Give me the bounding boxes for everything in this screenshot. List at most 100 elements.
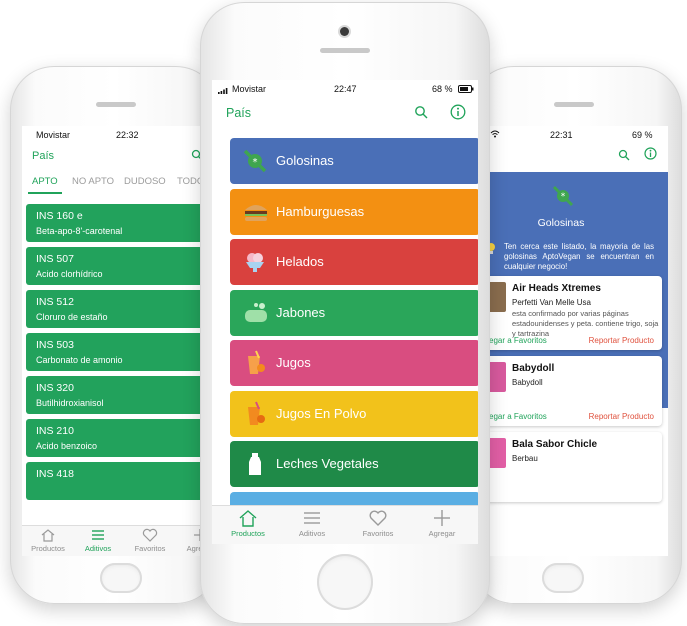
info-icon[interactable] xyxy=(644,147,657,165)
category-card[interactable] xyxy=(230,491,478,506)
tab-no-apto[interactable]: NO APTO xyxy=(72,176,114,187)
clock: 22:32 xyxy=(116,130,139,140)
category-label: Golosinas xyxy=(276,153,334,168)
heart-icon xyxy=(369,510,387,526)
page-title: País xyxy=(226,106,252,120)
product-title: Bala Sabor Chicle xyxy=(512,439,598,450)
additive-list-item[interactable]: INS 503 Carbonato de amonio xyxy=(26,333,216,371)
home-icon xyxy=(41,529,55,542)
candy-icon: * xyxy=(242,148,268,174)
tabbar-label: Productos xyxy=(31,544,65,553)
category-description: Ten cerca este listado, la mayoria de la… xyxy=(504,242,654,271)
tabbar-aditivos[interactable]: Aditivos xyxy=(76,528,120,553)
additive-name: Cloruro de estaño xyxy=(36,312,108,322)
tab-apto[interactable]: APTO xyxy=(32,176,58,187)
category-card[interactable]: Hamburguesas xyxy=(230,188,478,235)
additive-list-item[interactable]: INS 512 Cloruro de estaño xyxy=(26,290,216,328)
category-card[interactable]: Jugos En Polvo xyxy=(230,390,478,437)
category-card[interactable]: * Golosinas xyxy=(230,138,478,184)
product-description: esta confirmado por varias páginas estad… xyxy=(512,309,659,338)
right-phone-screen: 22:31 69 % * Golosinas Ten cerca este li… xyxy=(470,126,668,556)
tab-bar: Productos Aditivos Favoritos Agregar xyxy=(212,505,478,544)
category-card[interactable]: Leches Vegetales xyxy=(230,441,478,487)
burger-icon xyxy=(242,199,268,225)
signal-icon xyxy=(218,86,228,96)
product-card[interactable]: Bala Sabor Chicle Berbau xyxy=(486,432,662,502)
tabbar-productos[interactable]: Productos xyxy=(26,528,70,553)
tabbar-label: Aditivos xyxy=(84,544,112,553)
category-label: Jugos En Polvo xyxy=(276,405,367,421)
category-card[interactable]: Jabones xyxy=(230,289,478,336)
center-phone-speaker xyxy=(320,48,370,53)
carrier-label: Movistar xyxy=(232,84,267,94)
tab-indicator xyxy=(28,192,62,194)
page-title: País xyxy=(32,150,55,162)
clock: 22:31 xyxy=(550,130,573,140)
product-card[interactable]: Babydoll Babydoll egar a Favoritos Reportar… xyxy=(486,356,662,426)
additive-list-item[interactable]: INS 418 xyxy=(26,462,216,500)
left-phone-speaker xyxy=(96,102,136,107)
additive-list-item[interactable]: INS 507 Acido clorhídrico xyxy=(26,247,216,285)
front-camera xyxy=(340,27,349,36)
add-favorite-link[interactable]: egar a Favoritos xyxy=(489,336,547,345)
right-phone-speaker xyxy=(554,102,594,107)
center-phone-screen: Movistar 22:47 68 % País * Golosinas Hambu… xyxy=(212,80,478,544)
list-icon xyxy=(304,512,320,524)
powder-juice-icon xyxy=(242,401,268,427)
list-icon xyxy=(92,530,104,540)
juice-icon xyxy=(242,350,268,376)
battery-icon xyxy=(458,85,474,95)
product-brand: Babydoll xyxy=(512,378,543,387)
additive-list-item[interactable]: INS 320 Butilhidroxianisol xyxy=(26,376,216,414)
search-icon[interactable] xyxy=(414,105,428,124)
tabbar-productos[interactable]: Productos xyxy=(226,509,270,538)
center-phone: Movistar 22:47 68 % País * Golosinas Hambu… xyxy=(200,2,490,624)
additive-list-item[interactable]: INS 160 e Beta-apo-8'-carotenal xyxy=(26,204,216,242)
product-brand: Perfetti Van Melle Usa xyxy=(512,298,591,307)
additive-name: Acido benzoico xyxy=(36,441,98,451)
home-button[interactable] xyxy=(100,563,142,593)
svg-text:*: * xyxy=(253,157,258,168)
add-favorite-link[interactable]: egar a Favoritos xyxy=(489,412,547,421)
category-label: Jugos xyxy=(276,355,311,370)
product-title: Babydoll xyxy=(512,363,555,374)
tabbar-agregar[interactable]: Agregar xyxy=(420,509,464,538)
category-title: Golosinas xyxy=(537,217,585,229)
battery-label: 69 % xyxy=(632,130,653,140)
home-button[interactable] xyxy=(542,563,584,593)
report-product-link[interactable]: Reportar Producto xyxy=(589,336,654,345)
info-icon[interactable] xyxy=(450,104,466,125)
tabbar-aditivos[interactable]: Aditivos xyxy=(290,509,334,538)
report-product-link[interactable]: Reportar Producto xyxy=(589,412,654,421)
tabbar-label: Favoritos xyxy=(134,544,166,553)
left-phone: Movistar 22:32 69 País APTO NO APTO DUDO… xyxy=(10,66,220,604)
category-card[interactable]: Helados xyxy=(230,239,478,285)
plus-icon xyxy=(434,510,450,526)
product-card[interactable]: Air Heads Xtremes Perfetti Van Melle Usa e… xyxy=(486,276,662,350)
additive-code: INS 210 xyxy=(36,425,74,437)
tabbar-label: Productos xyxy=(231,529,265,538)
tab-bar: Productos Aditivos Favoritos Agregar xyxy=(22,525,220,556)
carrier-label: Movistar xyxy=(36,130,71,140)
additive-name: Carbonato de amonio xyxy=(36,355,123,365)
additive-name: Acido clorhídrico xyxy=(36,269,103,279)
tabbar-favoritos[interactable]: Favoritos xyxy=(128,528,172,553)
product-brand: Berbau xyxy=(512,454,538,463)
additive-code: INS 160 e xyxy=(36,210,83,222)
left-phone-screen: Movistar 22:32 69 País APTO NO APTO DUDO… xyxy=(22,126,220,556)
search-icon[interactable] xyxy=(618,148,630,166)
tab-dudoso[interactable]: DUDOSO xyxy=(124,176,166,187)
right-phone: 22:31 69 % * Golosinas Ten cerca este li… xyxy=(470,66,682,604)
category-card[interactable]: Jugos xyxy=(230,340,478,386)
home-icon xyxy=(239,510,257,527)
additive-code: INS 503 xyxy=(36,339,74,351)
candy-icon: * xyxy=(551,184,575,213)
clock: 22:47 xyxy=(334,84,357,94)
additive-code: INS 418 xyxy=(36,468,74,480)
tabbar-label: Aditivos xyxy=(298,529,326,538)
additive-list-item[interactable]: INS 210 Acido benzoico xyxy=(26,419,216,457)
category-label: Helados xyxy=(276,254,324,269)
tabbar-favoritos[interactable]: Favoritos xyxy=(356,509,400,538)
home-button[interactable] xyxy=(317,554,373,610)
additive-name: Beta-apo-8'-carotenal xyxy=(36,226,123,236)
